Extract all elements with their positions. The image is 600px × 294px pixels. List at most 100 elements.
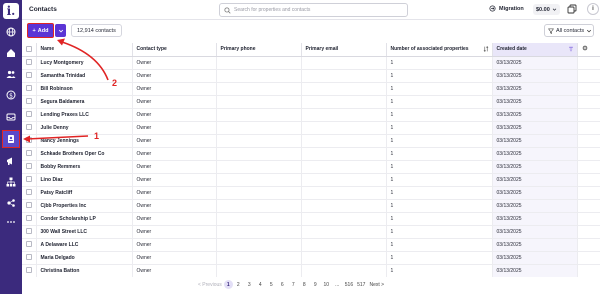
column-header-contact-type[interactable]: Contact type xyxy=(132,43,217,57)
view-select[interactable]: All contacts xyxy=(544,24,594,37)
row-checkbox[interactable] xyxy=(26,150,32,157)
contacts-icon[interactable] xyxy=(2,130,20,148)
dollar-icon[interactable]: $ xyxy=(4,88,18,102)
row-checkbox[interactable] xyxy=(26,59,32,66)
contact-name-cell[interactable]: Conder Scholarship LP xyxy=(36,212,133,226)
row-checkbox[interactable] xyxy=(26,228,32,235)
migration-button[interactable]: Migration xyxy=(489,5,524,12)
contact-type-cell: Owner xyxy=(132,238,217,252)
contact-name-cell[interactable]: 300 Wall Street LLC xyxy=(36,225,133,239)
balance-button[interactable]: $0.00 xyxy=(533,4,560,15)
contact-name-cell[interactable]: Patsy Ratcliff xyxy=(36,186,133,200)
contact-name-cell[interactable]: Bobby Remmers xyxy=(36,160,133,174)
row-checkbox[interactable] xyxy=(26,267,32,274)
column-header-associated-properties[interactable]: Number of associated properties xyxy=(386,43,493,57)
contact-name-cell[interactable]: Christina Batton xyxy=(36,264,133,277)
table-row[interactable]: Lending Praxes LLC Owner 1 03/13/2025 xyxy=(22,108,600,122)
inbox-icon[interactable] xyxy=(4,110,18,124)
table-row[interactable]: Lino Diaz Owner 1 03/13/2025 xyxy=(22,173,600,187)
column-header-created-date[interactable]: Created date xyxy=(492,43,578,57)
integrations-icon[interactable] xyxy=(4,196,18,210)
column-header-name[interactable]: Name xyxy=(36,43,133,57)
page-button[interactable]: 7 xyxy=(288,280,299,289)
table-row[interactable]: Segura Baldamera Owner 1 03/13/2025 xyxy=(22,95,600,109)
row-checkbox[interactable] xyxy=(26,241,32,248)
page-button[interactable]: 2 xyxy=(233,280,244,289)
row-checkbox[interactable] xyxy=(26,176,32,183)
page-button[interactable]: 9 xyxy=(310,280,321,289)
globe-icon[interactable] xyxy=(4,25,18,39)
contact-type-cell: Owner xyxy=(132,251,217,265)
column-header-primary-phone[interactable]: Primary phone xyxy=(216,43,302,57)
page-button[interactable]: 1 xyxy=(223,280,233,289)
copy-icon[interactable] xyxy=(567,4,577,14)
table-row[interactable]: Nancy Jennings Owner 1 03/13/2025 xyxy=(22,134,600,148)
previous-page-button[interactable]: < Previous xyxy=(196,280,224,289)
megaphone-icon[interactable] xyxy=(4,154,18,168)
row-checkbox[interactable] xyxy=(26,202,32,209)
page-button[interactable]: 8 xyxy=(299,280,310,289)
table-row[interactable]: Bobby Remmers Owner 1 03/13/2025 xyxy=(22,160,600,174)
row-checkbox[interactable] xyxy=(26,72,32,79)
contact-name-cell[interactable]: Julie Denny xyxy=(36,121,133,135)
row-checkbox[interactable] xyxy=(26,215,32,222)
add-button[interactable]: + Add xyxy=(27,23,54,38)
users-icon[interactable] xyxy=(4,67,18,81)
app-logo[interactable]: i. xyxy=(3,3,19,19)
page-button[interactable]: 516 xyxy=(343,280,355,289)
contact-name-cell[interactable]: Schkade Brothers Oper Co xyxy=(36,147,133,161)
table-row[interactable]: Samantha Trinidad Owner 1 03/13/2025 xyxy=(22,69,600,83)
row-checkbox[interactable] xyxy=(26,189,32,196)
column-header-primary-email[interactable]: Primary email xyxy=(301,43,387,57)
page-button[interactable]: 4 xyxy=(255,280,266,289)
search-input[interactable] xyxy=(234,5,404,15)
associated-properties-cell: 1 xyxy=(386,238,493,252)
contact-name-cell[interactable]: Nancy Jennings xyxy=(36,134,133,148)
hierarchy-icon[interactable] xyxy=(4,175,18,189)
contact-name-cell[interactable]: Samantha Trinidad xyxy=(36,69,133,83)
help-icon[interactable]: i xyxy=(587,3,599,15)
contact-name-cell[interactable]: Lending Praxes LLC xyxy=(36,108,133,122)
contact-name-cell[interactable]: Segura Baldamera xyxy=(36,95,133,109)
home-icon[interactable] xyxy=(4,46,18,60)
column-settings-cell[interactable] xyxy=(577,43,600,57)
row-checkbox[interactable] xyxy=(26,124,32,131)
table-row[interactable]: Bill Robinson Owner 1 03/13/2025 xyxy=(22,82,600,96)
table-row[interactable]: Patsy Ratcliff Owner 1 03/13/2025 xyxy=(22,186,600,200)
table-row[interactable]: Schkade Brothers Oper Co Owner 1 03/13/2025 xyxy=(22,147,600,161)
contact-name-cell[interactable]: Cjbb Properties Inc xyxy=(36,199,133,213)
contact-name-cell[interactable]: Lino Diaz xyxy=(36,173,133,187)
page-button[interactable]: 6 xyxy=(277,280,288,289)
contact-name-cell[interactable]: Lucy Montgomery xyxy=(36,56,133,70)
page-button[interactable]: 517 xyxy=(355,280,367,289)
search-box[interactable] xyxy=(219,3,408,17)
row-checkbox[interactable] xyxy=(26,98,32,105)
migration-label: Migration xyxy=(499,5,524,12)
sort-icon[interactable] xyxy=(483,46,489,52)
page-button[interactable]: 3 xyxy=(244,280,255,289)
table-row[interactable]: A Delaware LLC Owner 1 03/13/2025 xyxy=(22,238,600,252)
add-dropdown-button[interactable] xyxy=(55,24,66,37)
table-row[interactable]: Christina Batton Owner 1 03/13/2025 xyxy=(22,264,600,277)
table-row[interactable]: Lucy Montgomery Owner 1 03/13/2025 xyxy=(22,56,600,70)
page-button[interactable]: 10 xyxy=(321,280,332,289)
more-icon[interactable] xyxy=(4,215,18,229)
table-row[interactable]: Conder Scholarship LP Owner 1 03/13/2025 xyxy=(22,212,600,226)
table-row[interactable]: 300 Wall Street LLC Owner 1 03/13/2025 xyxy=(22,225,600,239)
row-checkbox[interactable] xyxy=(26,137,32,144)
next-page-button[interactable]: Next > xyxy=(367,280,386,289)
gear-icon[interactable] xyxy=(581,45,588,51)
page-button[interactable]: 5 xyxy=(266,280,277,289)
contact-name-cell[interactable]: Maria Delgado xyxy=(36,251,133,265)
select-all-checkbox[interactable] xyxy=(26,46,32,53)
contact-name-cell[interactable]: A Delaware LLC xyxy=(36,238,133,252)
table-row[interactable]: Julie Denny Owner 1 03/13/2025 xyxy=(22,121,600,135)
row-checkbox[interactable] xyxy=(26,254,32,261)
row-checkbox[interactable] xyxy=(26,85,32,92)
row-checkbox[interactable] xyxy=(26,163,32,170)
table-row[interactable]: Cjbb Properties Inc Owner 1 03/13/2025 xyxy=(22,199,600,213)
row-checkbox[interactable] xyxy=(26,111,32,118)
table-row[interactable]: Maria Delgado Owner 1 03/13/2025 xyxy=(22,251,600,265)
contact-name-cell[interactable]: Bill Robinson xyxy=(36,82,133,96)
sort-descending-icon[interactable] xyxy=(568,46,574,52)
